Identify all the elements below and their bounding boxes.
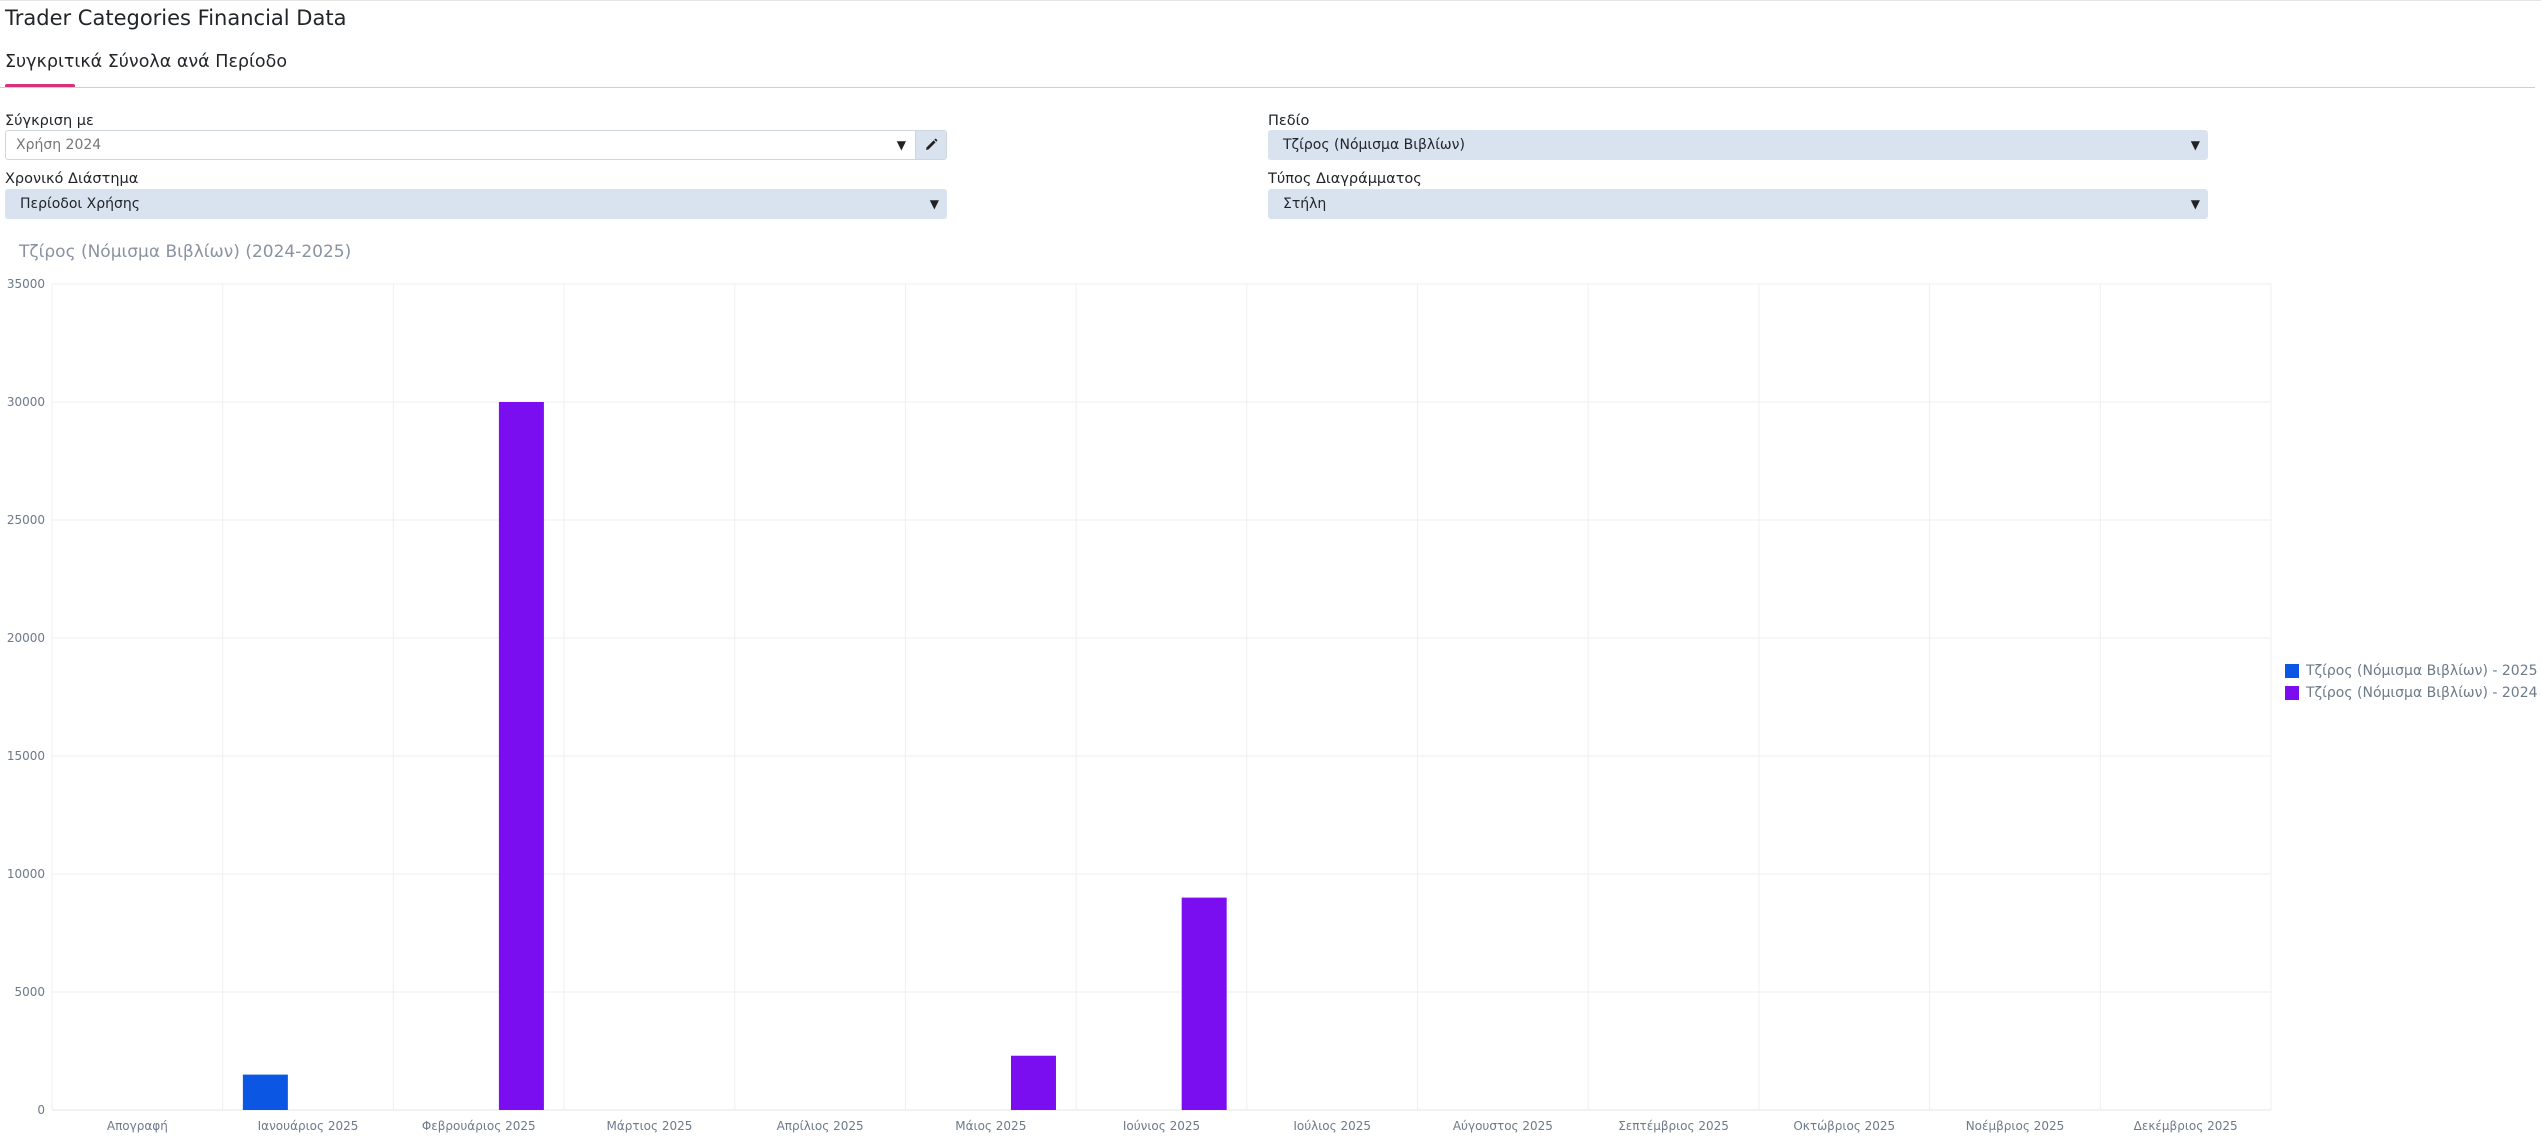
x-tick-label: Οκτώβριος 2025 bbox=[1793, 1119, 1895, 1133]
y-tick-label: 0 bbox=[37, 1103, 45, 1117]
x-tick-label: Απρίλιος 2025 bbox=[777, 1119, 864, 1133]
legend-swatch-2025 bbox=[2285, 664, 2299, 678]
range-value: Περίοδοι Χρήσης bbox=[20, 196, 140, 212]
bar-2024 bbox=[498, 402, 544, 1110]
x-tick-label: Σεπτέμβριος 2025 bbox=[1618, 1119, 1729, 1133]
caret-down-icon[interactable]: ▼ bbox=[897, 131, 906, 159]
compare-label: Σύγκριση με bbox=[5, 113, 94, 129]
legend-label-2024: Τζίρος (Νόμισμα Βιβλίων) - 2024 bbox=[2306, 685, 2538, 701]
field-value: Τζίρος (Νόμισμα Βιβλίων) bbox=[1283, 137, 1465, 153]
x-tick-label: Δεκέμβριος 2025 bbox=[2134, 1119, 2238, 1133]
caret-down-icon: ▼ bbox=[2190, 197, 2200, 211]
field-select[interactable]: Τζίρος (Νόμισμα Βιβλίων) ▼ bbox=[1268, 130, 2208, 160]
bar-2025 bbox=[242, 1074, 288, 1110]
range-select[interactable]: Περίοδοι Χρήσης ▼ bbox=[5, 189, 947, 219]
bar-2024 bbox=[1181, 897, 1227, 1110]
x-tick-label: Ιούνιος 2025 bbox=[1123, 1119, 1200, 1133]
x-tick-label: Μάιος 2025 bbox=[955, 1119, 1026, 1133]
bar-2024 bbox=[1010, 1055, 1056, 1110]
x-tick-label: Αύγουστος 2025 bbox=[1453, 1119, 1553, 1133]
bar-chart: 0 5000 10000 15000 20000 25000 30000 35000 Απογρ… bbox=[7, 277, 2272, 1133]
tab-comparative-totals[interactable]: Συγκριτικά Σύνολα ανά Περίοδο bbox=[5, 52, 287, 72]
x-tick-label: Ιανουάριος 2025 bbox=[258, 1119, 359, 1133]
legend-item-2025[interactable]: Τζίρος (Νόμισμα Βιβλίων) - 2025 bbox=[2285, 660, 2538, 682]
page-title: Trader Categories Financial Data bbox=[5, 6, 347, 30]
top-border bbox=[0, 0, 2541, 1]
y-tick-label: 35000 bbox=[7, 277, 45, 291]
edit-compare-button[interactable] bbox=[915, 131, 946, 159]
y-tick-label: 30000 bbox=[7, 395, 45, 409]
x-tick-label: Ιούλιος 2025 bbox=[1293, 1119, 1371, 1133]
y-tick-label: 20000 bbox=[7, 631, 45, 645]
chart-title: Τζίρος (Νόμισμα Βιβλίων) (2024-2025) bbox=[19, 242, 352, 262]
chart-type-select[interactable]: Στήλη ▼ bbox=[1268, 189, 2208, 219]
x-tick-label: Μάρτιος 2025 bbox=[606, 1119, 692, 1133]
x-tick-label: Νοέμβριος 2025 bbox=[1966, 1119, 2065, 1133]
legend-item-2024[interactable]: Τζίρος (Νόμισμα Βιβλίων) - 2024 bbox=[2285, 682, 2538, 704]
y-tick-label: 5000 bbox=[14, 985, 45, 999]
legend-label-2025: Τζίρος (Νόμισμα Βιβλίων) - 2025 bbox=[2306, 663, 2538, 679]
x-tick-label: Απογραφή bbox=[107, 1119, 168, 1133]
chart-type-label: Τύπος Διαγράμματος bbox=[1268, 171, 1422, 187]
range-label: Χρονικό Διάστημα bbox=[5, 171, 139, 187]
y-tick-label: 15000 bbox=[7, 749, 45, 763]
y-tick-label: 10000 bbox=[7, 867, 45, 881]
caret-down-icon: ▼ bbox=[929, 197, 939, 211]
compare-value: Χρήση 2024 bbox=[16, 137, 102, 153]
pencil-icon bbox=[926, 138, 938, 150]
compare-select[interactable]: Χρήση 2024 ▼ bbox=[5, 130, 947, 160]
caret-down-icon: ▼ bbox=[2190, 138, 2200, 152]
chart-type-value: Στήλη bbox=[1283, 196, 1327, 212]
x-tick-label: Φεβρουάριος 2025 bbox=[422, 1119, 536, 1133]
legend-swatch-2024 bbox=[2285, 686, 2299, 700]
tab-divider bbox=[0, 87, 2535, 88]
chart-legend: Τζίρος (Νόμισμα Βιβλίων) - 2025 Τζίρος (… bbox=[2285, 660, 2538, 704]
y-tick-label: 25000 bbox=[7, 513, 45, 527]
field-label: Πεδίο bbox=[1268, 113, 1310, 129]
